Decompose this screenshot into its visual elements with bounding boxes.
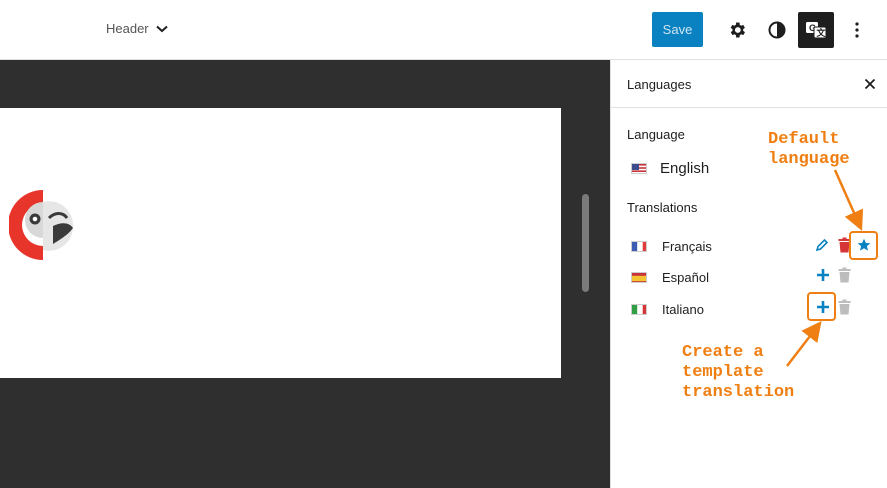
sidebar-header: Languages xyxy=(611,60,887,108)
document-title-dropdown[interactable]: Header xyxy=(106,21,169,36)
settings-gear-icon[interactable] xyxy=(719,12,755,48)
default-language-highlight-box xyxy=(849,231,878,260)
delete-translation-es-trash-icon xyxy=(835,266,853,284)
editor-canvas xyxy=(0,60,610,488)
add-translation-es-plus-icon[interactable] xyxy=(814,266,832,284)
canvas-scrollbar[interactable] xyxy=(582,194,589,292)
more-options-icon[interactable] xyxy=(839,12,875,48)
translation-row-es: Español xyxy=(631,270,709,285)
default-language-name: English xyxy=(660,160,710,177)
translation-name-it: Italiano xyxy=(662,302,704,317)
create-translation-annotation: Create a template translation xyxy=(682,343,795,402)
delete-translation-it-trash-icon xyxy=(835,298,853,316)
template-preview[interactable] xyxy=(0,108,561,378)
translation-name-es: Español xyxy=(662,270,709,285)
default-language-annotation: Default language xyxy=(768,130,850,169)
contrast-styles-icon[interactable] xyxy=(759,12,795,48)
site-logo-parrot[interactable] xyxy=(9,188,75,262)
translation-row-fr: Français xyxy=(631,239,712,254)
languages-translate-icon[interactable]: G 文 xyxy=(798,12,834,48)
language-section-label: Language xyxy=(627,127,685,142)
translation-name-fr: Français xyxy=(662,239,712,254)
editor-toolbar: Header Save G 文 xyxy=(0,0,887,60)
document-title: Header xyxy=(106,21,149,36)
fr-flag-icon xyxy=(631,241,647,252)
es-flag-icon xyxy=(631,272,647,283)
create-translation-highlight-box xyxy=(807,292,836,321)
default-language-row: English xyxy=(631,160,709,177)
svg-text:文: 文 xyxy=(816,27,827,39)
languages-sidebar: Languages Language English Translations … xyxy=(610,60,887,488)
it-flag-icon xyxy=(631,304,647,315)
sidebar-title: Languages xyxy=(627,77,692,92)
save-button[interactable]: Save xyxy=(652,12,703,47)
us-flag-icon xyxy=(631,163,647,174)
chevron-down-icon xyxy=(155,25,168,32)
translations-section-label: Translations xyxy=(627,200,698,215)
close-icon[interactable] xyxy=(862,76,878,92)
edit-translation-fr-pencil-icon[interactable] xyxy=(813,236,831,254)
translation-row-it: Italiano xyxy=(631,302,704,317)
